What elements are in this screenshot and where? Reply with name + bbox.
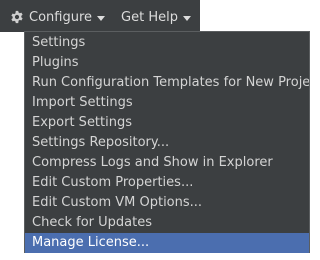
gear-icon (11, 10, 23, 24)
menu-item-edit-custom-vm-options[interactable]: Edit Custom VM Options... (25, 193, 309, 213)
menu-item-import-settings[interactable]: Import Settings (25, 93, 309, 113)
menu-item-plugins[interactable]: Plugins (25, 53, 309, 73)
get-help-label: Get Help (121, 9, 178, 25)
get-help-dropdown-button[interactable]: Get Help (121, 7, 191, 27)
menu-item-edit-custom-properties[interactable]: Edit Custom Properties... (25, 173, 309, 193)
configure-label: Configure (29, 9, 93, 25)
menu-item-export-settings[interactable]: Export Settings (25, 113, 309, 133)
menu-item-manage-license[interactable]: Manage License... (25, 233, 309, 253)
menu-item-settings[interactable]: Settings (25, 33, 309, 53)
menu-item-compress-logs[interactable]: Compress Logs and Show in Explorer (25, 153, 309, 173)
configure-dropdown-button[interactable]: Configure (10, 7, 106, 27)
menu-item-run-configuration-templates[interactable]: Run Configuration Templates for New Proj… (25, 73, 309, 93)
configure-dropdown-menu: Settings Plugins Run Configuration Templ… (24, 31, 310, 253)
menu-item-check-for-updates[interactable]: Check for Updates (25, 213, 309, 233)
caret-down-icon (97, 15, 106, 21)
welcome-toolbar: Configure Get Help (10, 7, 191, 27)
menu-item-settings-repository[interactable]: Settings Repository... (25, 133, 309, 153)
caret-down-icon (182, 15, 191, 21)
